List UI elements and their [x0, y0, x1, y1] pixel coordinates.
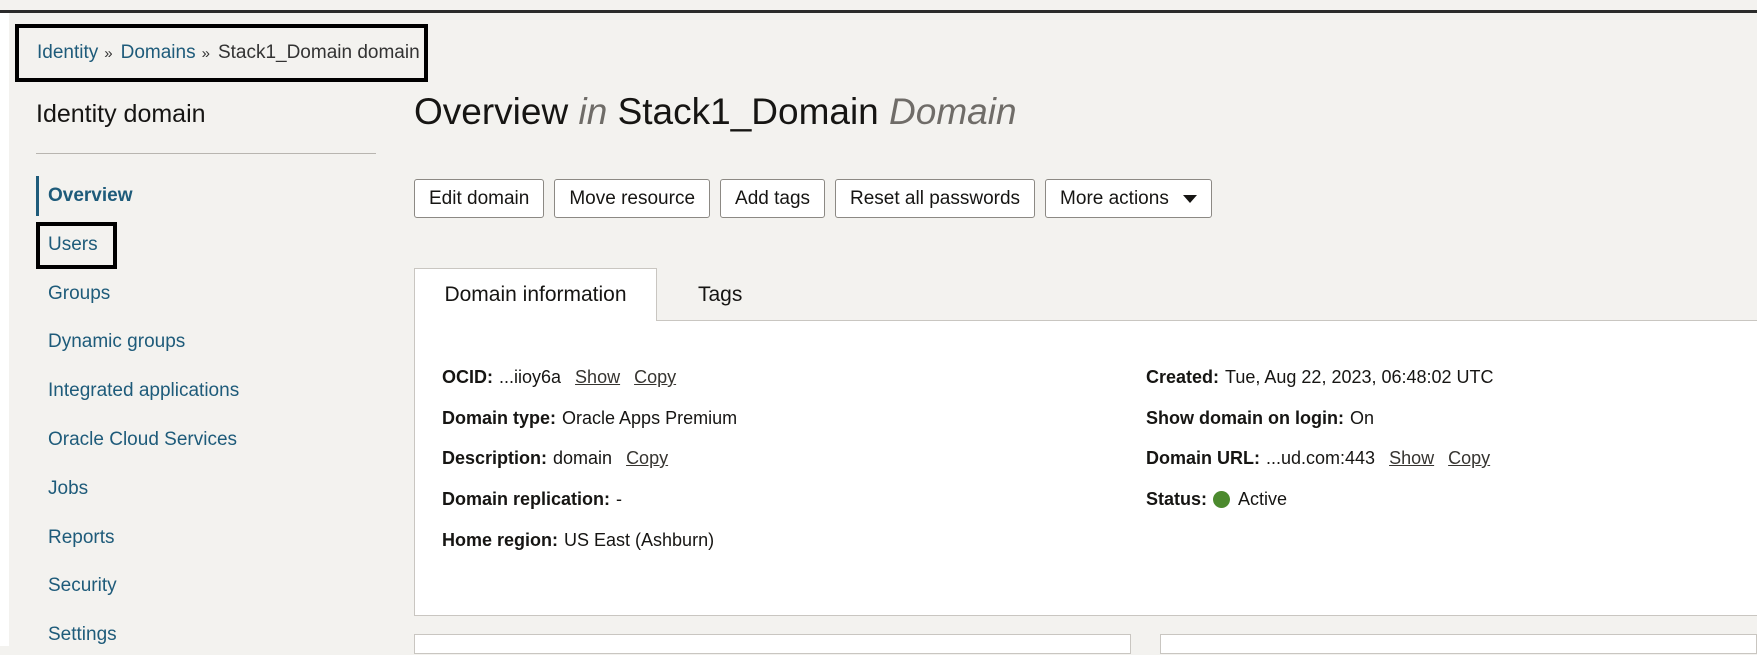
sidebar-item-reports[interactable]: Reports	[36, 518, 376, 558]
url-copy-link[interactable]: Copy	[1448, 448, 1490, 469]
domain-url-value: ...ud.com:443	[1266, 448, 1376, 468]
breadcrumb-domains[interactable]: Domains	[121, 42, 196, 64]
top-border	[0, 10, 1757, 13]
ocid-row: OCID: ...iioy6a Show Copy	[442, 367, 676, 388]
status-active-icon	[1213, 491, 1231, 508]
page-title-domain: Domain	[889, 91, 1017, 132]
breadcrumb: Identity » Domains » Stack1_Domain domai…	[15, 24, 428, 82]
domain-url-row: Domain URL: ...ud.com:443 Show Copy	[1146, 448, 1490, 469]
sidebar-item-integrated-applications[interactable]: Integrated applications	[36, 371, 376, 411]
breadcrumb-identity[interactable]: Identity	[37, 42, 98, 64]
page-title-in: in	[578, 91, 608, 132]
created-label: Created:	[1146, 367, 1220, 387]
sidebar-item-settings[interactable]: Settings	[36, 615, 376, 655]
status-row: Status: Active	[1146, 489, 1287, 510]
breadcrumb-current: Stack1_Domain domain	[217, 42, 420, 63]
url-show-link[interactable]: Show	[1389, 448, 1434, 469]
page-title-domain-name: Stack1_Domain	[607, 91, 890, 132]
replication-value: -	[616, 489, 623, 509]
ocid-value: ...iioy6a	[499, 367, 562, 387]
add-tags-button[interactable]: Add tags	[720, 179, 826, 218]
reset-passwords-button[interactable]: Reset all passwords	[835, 179, 1036, 218]
replication-label: Domain replication:	[442, 489, 611, 509]
domain-type-value: Oracle Apps Premium	[562, 408, 738, 428]
sidebar-item-dynamic-groups[interactable]: Dynamic groups	[36, 322, 376, 362]
show-login-row: Show domain on login: On	[1146, 408, 1374, 429]
domain-info-panel: OCID: ...iioy6a Show Copy Domain type: O…	[414, 320, 1757, 616]
show-login-value: On	[1349, 408, 1374, 428]
domain-type-row: Domain type: Oracle Apps Premium	[442, 408, 737, 429]
ocid-copy-link[interactable]: Copy	[634, 367, 676, 388]
home-region-label: Home region:	[442, 530, 559, 550]
home-region-value: US East (Ashburn)	[564, 530, 715, 550]
breadcrumb-separator: »	[104, 44, 113, 62]
sidebar-item-oracle-cloud-services[interactable]: Oracle Cloud Services	[36, 420, 376, 460]
description-label: Description:	[442, 448, 548, 468]
description-value: domain	[553, 448, 613, 468]
ocid-label: OCID:	[442, 367, 493, 387]
users-highlight-box	[36, 222, 117, 269]
tab-tags[interactable]: Tags	[684, 268, 804, 321]
sidebar-item-security[interactable]: Security	[36, 566, 376, 606]
status-value: Active	[1238, 489, 1288, 509]
tab-domain-information[interactable]: Domain information	[414, 268, 657, 321]
page-title-overview: Overview	[414, 91, 579, 132]
description-copy-link[interactable]: Copy	[626, 448, 668, 469]
status-label: Status:	[1146, 489, 1208, 509]
show-login-label: Show domain on login:	[1146, 408, 1344, 428]
replication-row: Domain replication: -	[442, 489, 622, 510]
ocid-show-link[interactable]: Show	[575, 367, 620, 388]
sidebar-title: Identity domain	[36, 100, 206, 128]
domain-url-label: Domain URL:	[1146, 448, 1260, 468]
sidebar-divider	[36, 153, 376, 154]
home-region-row: Home region: US East (Ashburn)	[442, 530, 714, 551]
created-row: Created: Tue, Aug 22, 2023, 06:48:02 UTC	[1146, 367, 1494, 388]
sidebar-item-groups[interactable]: Groups	[36, 274, 376, 314]
created-value: Tue, Aug 22, 2023, 06:48:02 UTC	[1225, 367, 1494, 387]
page-title: Overview in Stack1_Domain Domain	[414, 91, 1017, 133]
left-edge	[0, 13, 9, 646]
more-actions-button[interactable]: More actions	[1045, 179, 1212, 218]
sidebar-item-jobs[interactable]: Jobs	[36, 469, 376, 509]
lower-card-right	[1160, 634, 1757, 654]
sidebar-item-overview[interactable]: Overview	[36, 176, 376, 216]
description-row: Description: domain Copy	[442, 448, 668, 469]
more-actions-label: More actions	[1060, 187, 1169, 209]
move-resource-button[interactable]: Move resource	[554, 179, 711, 218]
edit-domain-button[interactable]: Edit domain	[414, 179, 545, 218]
breadcrumb-separator: »	[201, 44, 210, 62]
action-toolbar: Edit domain Move resource Add tags Reset…	[414, 179, 1212, 218]
domain-type-label: Domain type:	[442, 408, 557, 428]
caret-down-icon	[1182, 194, 1197, 203]
lower-card-left	[414, 634, 1131, 654]
